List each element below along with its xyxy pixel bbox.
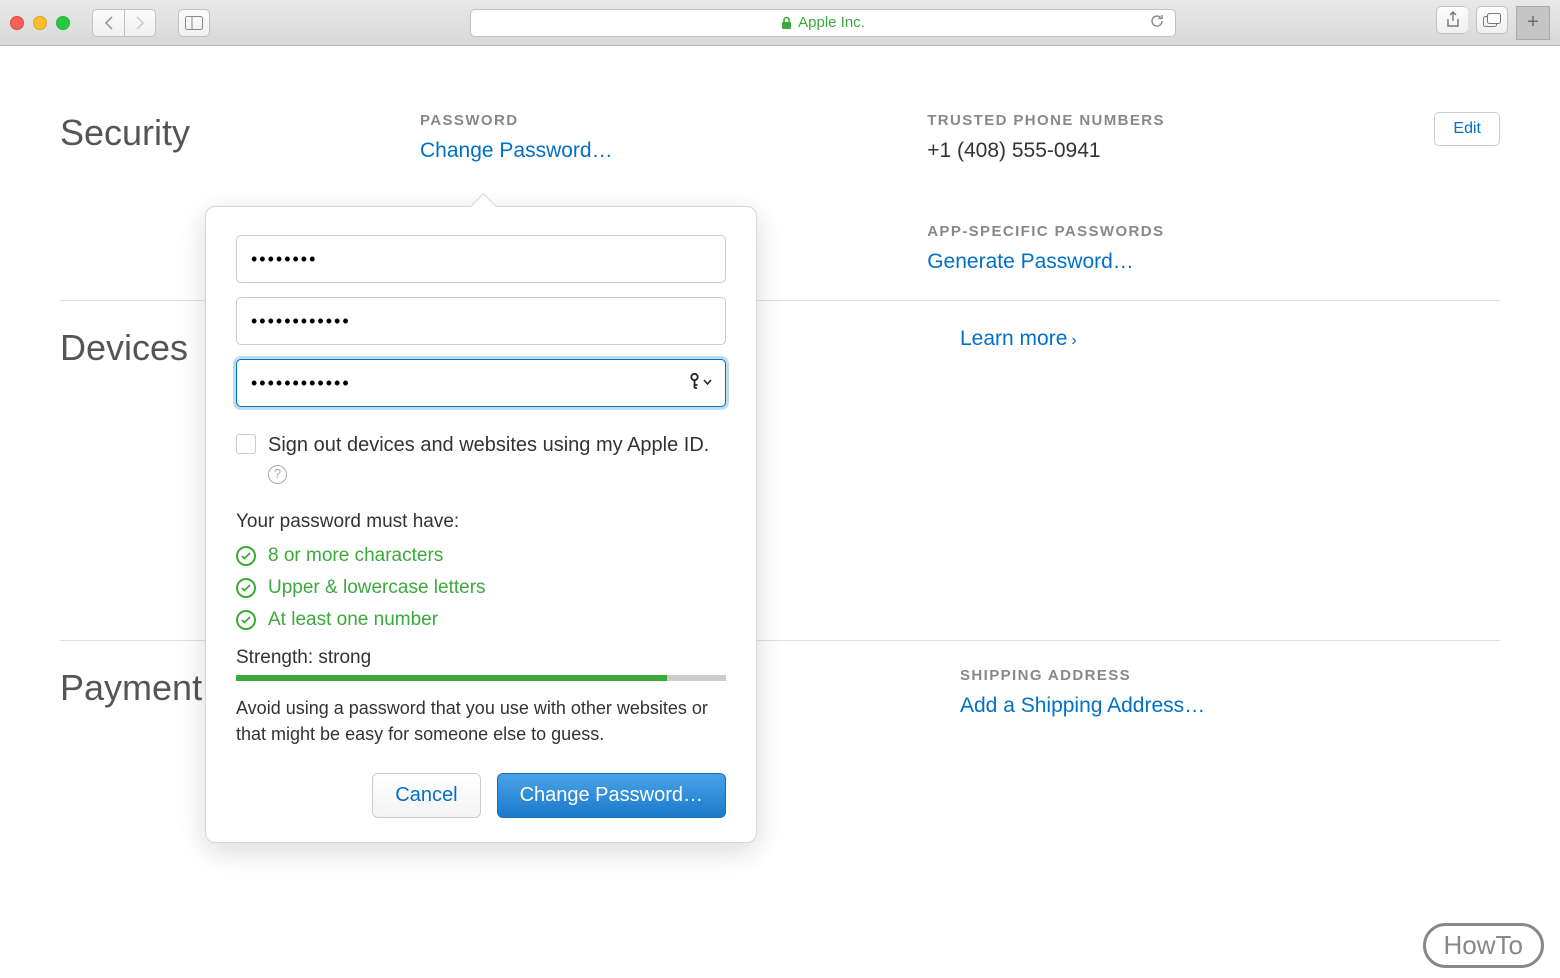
- strength-fill: [236, 675, 667, 681]
- tabs-icon: [1483, 13, 1501, 27]
- app-specific-heading: APP-SPECIFIC PASSWORDS: [927, 223, 1404, 240]
- change-password-button[interactable]: Change Password…: [497, 773, 726, 818]
- phone-number: +1 (408) 555-0941: [927, 139, 1404, 163]
- window-minimize-button[interactable]: [33, 16, 47, 30]
- key-icon: [688, 373, 701, 391]
- trusted-column: TRUSTED PHONE NUMBERS +1 (408) 555-0941 …: [927, 112, 1404, 274]
- share-icon: [1446, 11, 1460, 28]
- chevron-right-icon: ›: [1071, 332, 1076, 349]
- trusted-phone-heading: TRUSTED PHONE NUMBERS: [927, 112, 1404, 129]
- requirement-item: At least one number: [236, 609, 726, 631]
- new-password-field[interactable]: [236, 297, 726, 345]
- password-heading: PASSWORD: [420, 112, 897, 129]
- tabs-button[interactable]: [1476, 6, 1508, 34]
- confirm-password-field[interactable]: [236, 359, 726, 407]
- share-button[interactable]: [1436, 6, 1468, 34]
- chevron-right-icon: [136, 16, 145, 30]
- plus-icon: +: [1527, 11, 1539, 34]
- requirements-list: 8 or more characters Upper & lowercase l…: [236, 545, 726, 631]
- devices-learnmore-col: Learn more›: [960, 327, 1470, 614]
- browser-toolbar: Apple Inc. +: [0, 0, 1560, 46]
- change-password-link[interactable]: Change Password…: [420, 139, 897, 163]
- sidebar-button[interactable]: [178, 9, 210, 37]
- requirement-item: 8 or more characters: [236, 545, 726, 567]
- reload-button[interactable]: [1149, 13, 1165, 33]
- reload-icon: [1149, 13, 1165, 29]
- site-name: Apple Inc.: [798, 14, 865, 31]
- shipping-column: SHIPPING ADDRESS Add a Shipping Address…: [960, 667, 1470, 719]
- new-tab-button[interactable]: +: [1516, 6, 1550, 40]
- traffic-lights: [10, 16, 70, 30]
- check-icon: [236, 578, 256, 598]
- edit-button[interactable]: Edit: [1434, 112, 1500, 146]
- help-icon[interactable]: ?: [268, 465, 287, 484]
- window-zoom-button[interactable]: [56, 16, 70, 30]
- signout-label: Sign out devices and websites using my A…: [268, 431, 726, 489]
- generate-password-link[interactable]: Generate Password…: [927, 250, 1404, 274]
- cancel-button[interactable]: Cancel: [372, 773, 480, 818]
- window-close-button[interactable]: [10, 16, 24, 30]
- shipping-heading: SHIPPING ADDRESS: [960, 667, 1470, 684]
- lock-icon: [781, 16, 792, 30]
- sidebar-icon: [185, 16, 203, 30]
- back-button[interactable]: [92, 9, 124, 37]
- strength-bar: [236, 675, 726, 681]
- password-hint: Avoid using a password that you use with…: [236, 695, 726, 747]
- requirement-item: Upper & lowercase letters: [236, 577, 726, 599]
- check-icon: [236, 546, 256, 566]
- password-key-dropdown[interactable]: [688, 373, 712, 391]
- learn-more-link[interactable]: Learn more›: [960, 327, 1077, 350]
- current-password-field[interactable]: [236, 235, 726, 283]
- chevron-down-icon: [703, 379, 712, 385]
- page-content: Security PASSWORD Change Password… TRUST…: [0, 46, 1560, 978]
- check-icon: [236, 610, 256, 630]
- address-bar[interactable]: Apple Inc.: [470, 9, 1176, 37]
- requirements-title: Your password must have:: [236, 511, 726, 533]
- watermark: HowTo: [1423, 923, 1544, 968]
- strength-label: Strength: strong: [236, 647, 726, 669]
- chevron-left-icon: [104, 16, 113, 30]
- signout-checkbox[interactable]: [236, 434, 256, 454]
- add-shipping-link[interactable]: Add a Shipping Address…: [960, 694, 1470, 718]
- nav-back-forward: [92, 9, 156, 37]
- forward-button[interactable]: [124, 9, 156, 37]
- change-password-popover: Sign out devices and websites using my A…: [205, 206, 757, 843]
